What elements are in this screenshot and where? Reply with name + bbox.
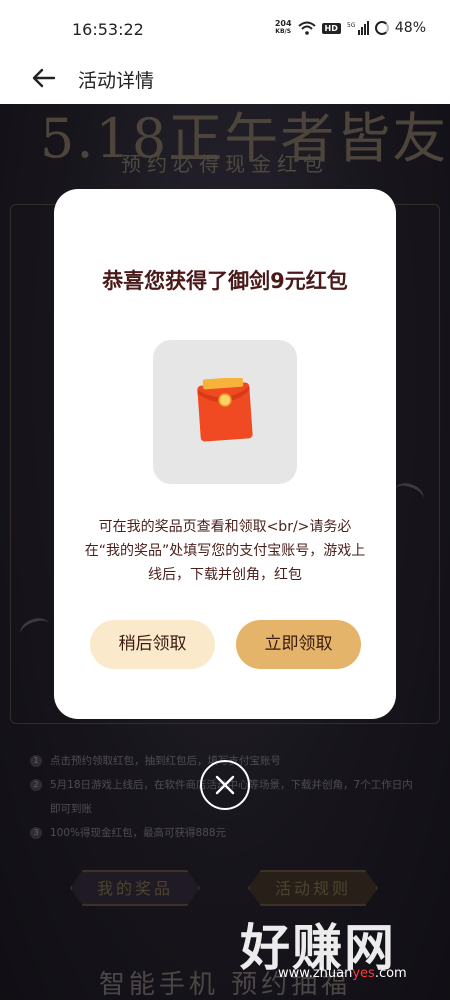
watermark-url-highlight: yes (352, 966, 375, 981)
wifi-icon (297, 21, 316, 35)
network-speed-value: 204 (274, 19, 292, 28)
signal-label: 5G (347, 22, 356, 29)
watermark-url: www.zhuanyes.com (278, 966, 407, 981)
red-envelope-icon (197, 378, 253, 442)
arrow-left-icon[interactable] (30, 64, 58, 92)
battery-icon (374, 21, 389, 35)
watermark: 好赚网 www.zhuanyes.com (240, 908, 440, 988)
status-time: 16:53:22 (72, 20, 144, 39)
claim-later-button[interactable]: 稍后领取 (90, 620, 215, 669)
close-modal-button[interactable] (200, 760, 250, 810)
reward-tile (153, 340, 297, 484)
claim-now-button[interactable]: 立即领取 (236, 620, 361, 669)
status-icons: 204 KB/S HD 5G 48% (275, 20, 426, 37)
status-bar: 16:53:22 204 KB/S HD 5G 48% (0, 0, 450, 58)
hd-badge: HD (321, 22, 341, 34)
page-title: 活动详情 (78, 70, 155, 92)
battery-level: 48% (394, 20, 426, 36)
watermark-url-prefix: www.zhuan (278, 966, 353, 981)
reward-modal: 恭喜您获得了御剑9元红包 可在我的奖品页查看和领取<br/>请务必在“我的奖品”… (54, 189, 396, 719)
network-speed-unit: KB/S (275, 28, 292, 35)
signal-icon: 5G (347, 21, 369, 35)
modal-description: 可在我的奖品页查看和领取<br/>请务必在“我的奖品”处填写您的支付宝账号，游戏… (84, 519, 366, 583)
network-speed: 204 KB/S (275, 20, 292, 36)
modal-title: 恭喜您获得了御剑9元红包 (102, 269, 348, 293)
watermark-url-suffix: .com (374, 966, 407, 981)
close-icon (215, 775, 235, 795)
nav-bar: 活动详情 (0, 58, 450, 104)
